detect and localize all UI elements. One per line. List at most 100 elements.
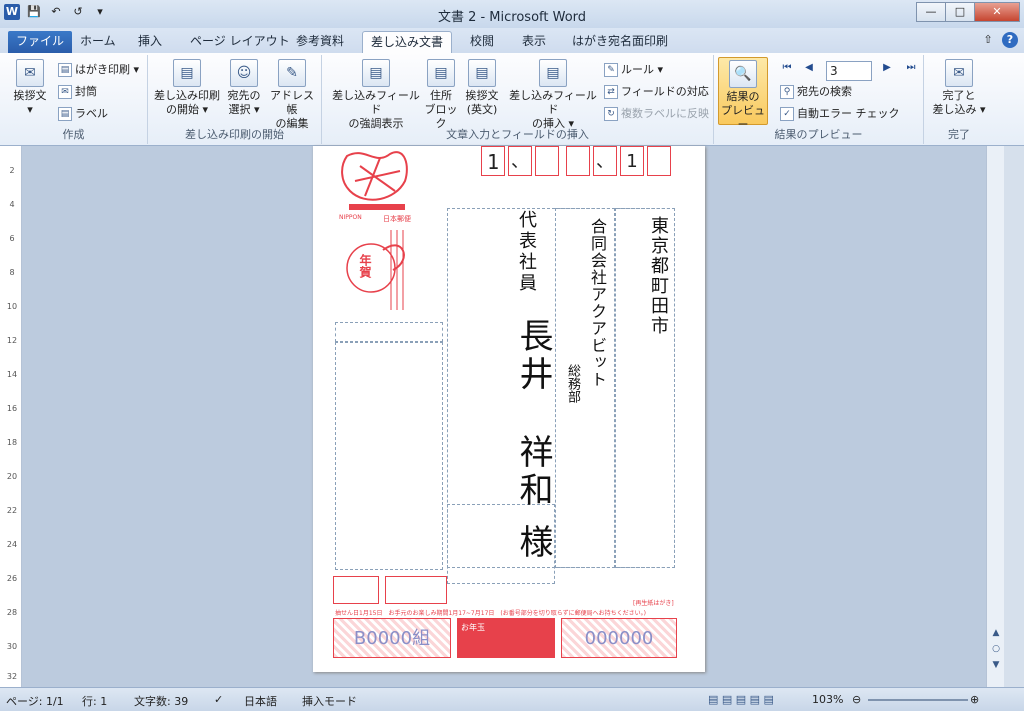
ruler-mark: 22 [6,506,18,515]
view-buttons[interactable]: ▤ ▤ ▤ ▤ ▤ [708,693,774,706]
zip-digit: 、 [508,146,532,176]
ruler-mark: 28 [6,608,18,617]
nippon-label: NIPPON [339,214,362,221]
tab-postcard[interactable]: はがき宛名面印刷 [564,31,676,53]
zoom-in-icon[interactable]: ⊕ [970,693,979,706]
update-labels-icon: ↻ [604,107,618,121]
tab-home[interactable]: ホーム [72,31,124,53]
greeting-line-button[interactable]: ▤ 挨拶文 (英文) [462,59,502,117]
ruler-mark: 6 [9,234,15,243]
group-write-insert-label: 文章入力とフィールドの挿入 [446,128,589,141]
previous-record-icon[interactable]: ◀ [802,61,816,75]
recipient-title[interactable]: 代表社員 [513,210,539,294]
next-record-icon[interactable]: ▶ [880,61,894,75]
zoom-slider[interactable] [868,699,968,701]
tab-references[interactable]: 参考資料 [288,31,352,53]
address-block-button[interactable]: ▤ 住所 ブロック [422,59,460,131]
insert-merge-field-button[interactable]: ▤ 差し込みフィールド の挿入 ▾ [506,59,600,131]
group-write-insert: ▤ 差し込みフィールド の強調表示 ▤ 住所 ブロック ▤ 挨拶文 (英文) ▤ 差し… [322,55,714,144]
vertical-ruler[interactable]: 2 4 6 8 10 12 14 16 18 20 22 24 26 28 30… [0,146,22,687]
browse-object-icon[interactable]: ○ [989,642,1003,656]
insert-mode[interactable]: 挿入モード [302,693,357,709]
match-fields-icon: ⇄ [604,85,618,99]
greeting-card-button[interactable]: ✉ 挨拶文 ▾ [8,59,52,117]
zoom-level[interactable]: 103% [812,693,843,706]
scroll-up-icon[interactable]: ▲ [989,626,1003,640]
tab-insert[interactable]: 挿入 [130,31,170,53]
sender-name-frame [335,322,443,342]
rules-button[interactable]: ✎ ルール ▾ [604,61,663,79]
recipient-honorific[interactable]: 様 [509,524,558,558]
ruler-mark: 14 [6,370,18,379]
tab-review[interactable]: 校閲 [462,31,502,53]
recipient-address[interactable]: 東京都町田市 [645,216,671,336]
postcard-page[interactable]: NIPPON 日本郵便 年賀 1 、 、 1 東京都町田市 合同会社アクアビット… [313,146,705,672]
scroll-down-icon[interactable]: ▼ [989,658,1003,672]
match-fields-button[interactable]: ⇄ フィールドの対応 [604,83,709,101]
tab-file[interactable]: ファイル [8,31,73,53]
postcard-print-button[interactable]: ▤ はがき印刷 ▾ [58,61,139,79]
maximize-button[interactable]: □ [945,2,975,22]
ruler-mark: 8 [9,268,15,277]
line-number[interactable]: 行: 1 [82,693,107,709]
envelope-icon: ✉ [58,85,72,99]
zip-digit: 、 [593,146,617,176]
tab-mailings[interactable]: 差し込み文書 [362,31,453,53]
language[interactable]: 日本語 [244,693,277,709]
recipient-company[interactable]: 合同会社アクアビット [585,218,609,388]
last-record-icon[interactable]: ⏭ [904,61,918,75]
word-count[interactable]: 文字数: 39 [134,693,188,709]
group-create: ✉ 挨拶文 ▾ ▤ はがき印刷 ▾ ✉ 封筒 ▤ ラベル 作成 [0,55,148,144]
finish-merge-icon: ✉ [945,59,973,87]
spelling-check-icon[interactable]: ✓ [214,693,223,706]
preview-results-button[interactable]: 🔍 結果の プレビュー [718,57,768,131]
tab-view[interactable]: 表示 [514,31,554,53]
group-start-merge: ▤ 差し込み印刷 の開始 ▾ ☺ 宛先の 選択 ▾ ✎ アドレス帳 の編集 差し込み印… [148,55,322,144]
envelope-button[interactable]: ✉ 封筒 [58,83,97,101]
page-count[interactable]: ページ: 1/1 [6,693,64,709]
finish-merge-button[interactable]: ✉ 完了と 差し込み ▾ [928,59,990,117]
update-labels-button[interactable]: ↻ 複数ラベルに反映 [604,105,709,123]
close-button[interactable]: ✕ [974,2,1020,22]
zoom-out-icon[interactable]: ⊖ [852,693,861,706]
group-preview-label: 結果のプレビュー [774,128,863,141]
preview-results-icon: 🔍 [729,60,757,88]
postcard-icon: ▤ [58,63,72,77]
nenga-label: 年賀 [358,254,372,278]
vertical-scrollbar[interactable]: ▲ ○ ▼ [986,146,1004,687]
title-bar: W 💾 ↶ ↺ ▾ 文書 2 - Microsoft Word — □ ✕ [0,0,1024,28]
label-button[interactable]: ▤ ラベル [58,105,108,123]
auto-check-errors-button[interactable]: ✓ 自動エラー チェック [780,105,900,123]
scroll-padding [1004,146,1024,687]
find-recipient-button[interactable]: ⚲ 宛先の検索 [780,83,852,101]
otoshidama-text: お年玉 [461,623,485,632]
ruler-mark: 2 [9,166,15,175]
select-recipients-button[interactable]: ☺ 宛先の 選択 ▾ [224,59,264,117]
edit-recipient-list-button[interactable]: ✎ アドレス帳 の編集 [266,59,318,131]
check-errors-icon: ✓ [780,107,794,121]
stamp-illustration-icon [341,151,408,210]
lottery-group: B0000組 [333,618,451,658]
start-merge-button[interactable]: ▤ 差し込み印刷 の開始 ▾ [152,59,222,117]
minimize-button[interactable]: — [916,2,946,22]
ruler-mark: 24 [6,540,18,549]
tab-page-layout[interactable]: ページ レイアウト [182,31,298,53]
recipient-first-name[interactable]: 祥和 [509,434,558,510]
ruler-mark: 26 [6,574,18,583]
stamp-text: 日本郵便 [383,215,411,223]
ruler-mark: 32 [6,672,18,681]
recipient-last-name[interactable]: 長井 [509,318,558,394]
help-icon[interactable]: ? [1002,32,1018,48]
sender-address-frame [335,342,443,570]
group-finish-label: 完了 [948,128,970,141]
label-icon: ▤ [58,107,72,121]
select-recipients-icon: ☺ [230,59,258,87]
highlight-fields-button[interactable]: ▤ 差し込みフィールド の強調表示 [328,59,424,131]
group-preview: 🔍 結果の プレビュー ⏮ ◀ 3 ▶ ⏭ ⚲ 宛先の検索 ✓ 自動エラー チェック … [714,55,924,144]
window-title: 文書 2 - Microsoft Word [437,10,587,25]
record-number-input[interactable]: 3 [826,61,872,81]
edit-recipient-list-icon: ✎ [278,59,306,87]
first-record-icon[interactable]: ⏮ [780,61,794,75]
recipient-department[interactable]: 総務部 [563,364,582,403]
ribbon-minimize-icon[interactable]: ⇧ [980,32,996,48]
